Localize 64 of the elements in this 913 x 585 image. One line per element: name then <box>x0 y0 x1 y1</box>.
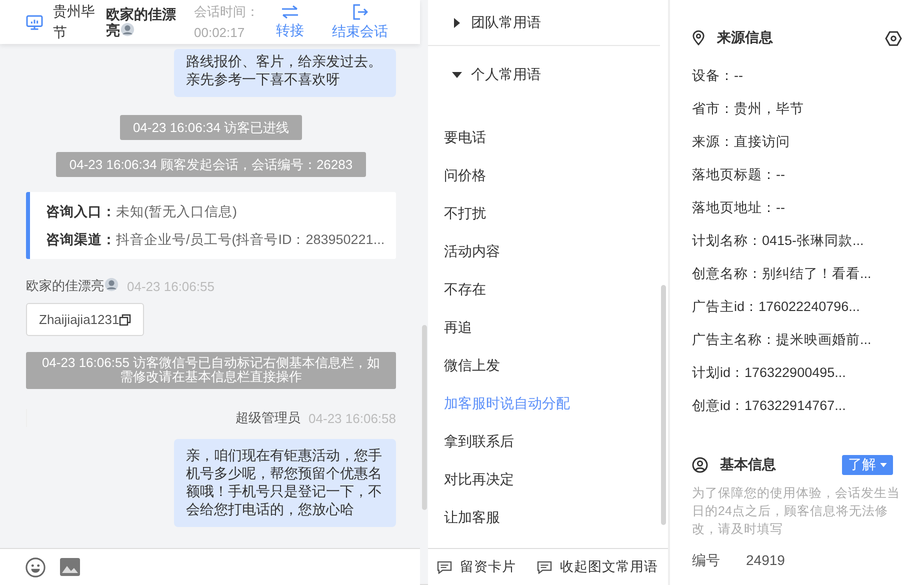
source-field: 计划id：176322900495... <box>692 356 913 389</box>
caret-down-icon <box>452 70 462 80</box>
phrase-item[interactable]: 不打扰 <box>428 194 660 232</box>
source-field: 计划名称：0415-张琳同款... <box>692 224 913 257</box>
user-icon <box>692 457 708 473</box>
customer-name: 欧家的佳漂亮 <box>106 6 177 38</box>
wechat-id: Zhaijiajia1231 <box>39 312 120 327</box>
message-bubble: 路线报价、客片，给亲发过去。亲先参考一下喜不喜欢呀 <box>174 49 396 97</box>
phrase-item[interactable]: 再追 <box>428 308 660 346</box>
system-notice: 04-23 16:06:34 顾客发起会话，会话编号：26283 <box>56 152 366 177</box>
emoji-icon[interactable] <box>25 556 46 578</box>
info-notice: 为了保障您的使用体验，会话发生当日的24点之后，顾客信息将无法修改，请及时填写 <box>692 485 901 538</box>
system-notice: 04-23 16:06:34 访客已进线 <box>120 115 302 140</box>
info-value: 抖音企业号/员工号(抖音号ID：283950221... <box>116 232 385 247</box>
avatar-icon <box>120 22 135 37</box>
monitor-icon <box>26 14 43 30</box>
info-label: 咨询入口： <box>46 204 116 219</box>
field-label: 编号 <box>692 552 720 570</box>
source-field: 广告主id：176022240796... <box>692 290 913 323</box>
exit-icon <box>352 4 368 20</box>
source-field: 创意id：176322914767... <box>692 389 913 422</box>
swap-arrows-icon <box>281 4 299 18</box>
phrase-item[interactable]: 微信上发 <box>428 346 660 384</box>
phrase-item[interactable]: 拿到联系后 <box>428 422 660 460</box>
source-field: 落地页地址：-- <box>692 191 913 224</box>
copy-icon[interactable] <box>119 314 132 326</box>
phrase-group-header[interactable]: 团队常用语 <box>428 0 660 46</box>
source-field: 创意名称：别纠结了！看看... <box>692 257 913 290</box>
phrase-item[interactable]: 对比再决定 <box>428 460 660 498</box>
section-title: 来源信息 <box>717 29 774 47</box>
phrase-item[interactable]: 让加客服 <box>428 498 660 536</box>
sender-name: 超级管理员 <box>236 409 301 427</box>
source-field: 落地页标题：-- <box>692 158 913 191</box>
source-field: 来源：直接访问 <box>692 125 913 158</box>
lead-card-button[interactable]: 留资卡片 <box>437 558 516 576</box>
source-field: 广告主名称：提米映画婚前... <box>692 323 913 356</box>
field-value: 24919 <box>746 552 785 570</box>
caret-down-icon <box>880 462 887 468</box>
message-icon <box>537 560 552 574</box>
location-pin-icon <box>692 30 705 46</box>
phrase-item[interactable]: 问价格 <box>428 156 660 194</box>
customer-location: 贵州毕节 <box>53 2 96 42</box>
caret-right-icon <box>452 18 462 28</box>
system-notice: 04-23 16:06:55 访客微信号已自动标记右侧基本信息栏，如需修改请在基本信息栏直接操作 <box>26 352 396 389</box>
settings-icon[interactable] <box>885 30 902 46</box>
message-bubble: 亲，咱们现在有钜惠活动，您手机号多少呢，帮您预留个优惠名额哦！手机号只是登记一下，不会给您打电话的，您放心哈 <box>174 439 396 527</box>
collapse-phrases-button[interactable]: 收起图文常用语 <box>537 558 658 576</box>
section-title: 基本信息 <box>720 456 777 474</box>
message-time: 04-23 16:06:58 <box>308 410 396 426</box>
sender-name: 欧家的佳漂亮 <box>26 277 119 295</box>
message-time: 04-23 16:06:55 <box>127 278 214 294</box>
image-icon[interactable] <box>60 558 80 576</box>
source-field: 省市：贵州，毕节 <box>692 92 913 125</box>
avatar-icon <box>104 277 119 292</box>
phrase-item[interactable]: 要电话 <box>428 118 660 156</box>
info-label: 咨询渠道： <box>46 232 116 247</box>
info-value: 未知(暂无入口信息) <box>116 204 237 219</box>
message-icon <box>437 560 452 574</box>
phrase-group-header[interactable]: 个人常用语 <box>428 46 660 102</box>
phrase-item[interactable]: 活动内容 <box>428 232 660 270</box>
source-field: 设备：-- <box>692 59 913 92</box>
phrase-item[interactable]: 不存在 <box>428 270 660 308</box>
session-time-label: 会话时间： <box>194 3 260 21</box>
session-time: 00:02:17 <box>194 24 246 42</box>
